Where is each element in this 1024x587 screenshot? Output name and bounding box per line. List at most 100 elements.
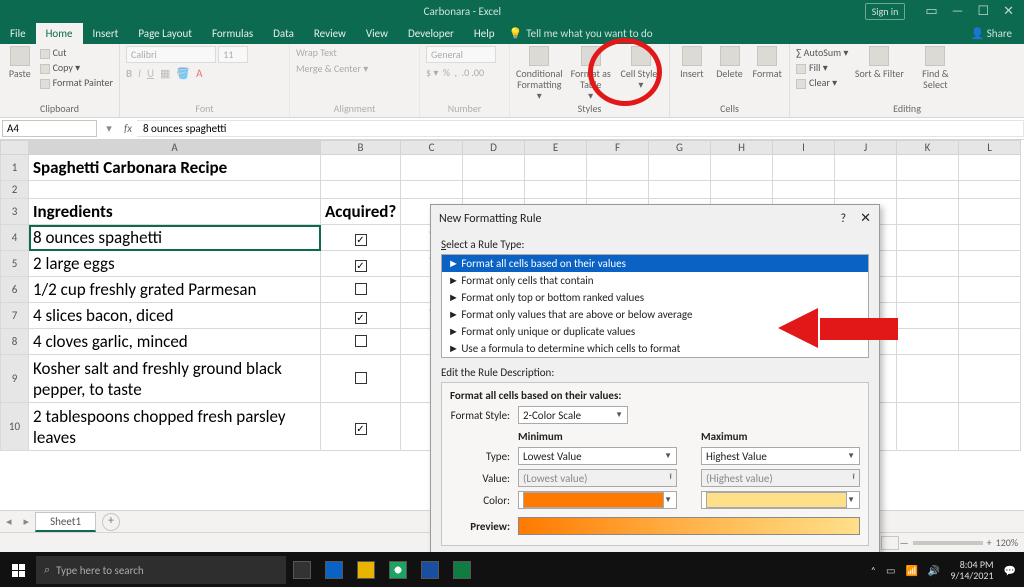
format-painter-button[interactable]: Format Painter bbox=[40, 76, 113, 89]
row-header-10[interactable]: 10 bbox=[1, 403, 29, 451]
cell-K2[interactable] bbox=[897, 181, 959, 199]
bold-button[interactable]: B bbox=[126, 67, 132, 80]
cell-K1[interactable] bbox=[897, 155, 959, 181]
formula-input[interactable]: 8 ounces spaghetti bbox=[137, 120, 1024, 137]
tab-page-layout[interactable]: Page Layout bbox=[128, 23, 202, 44]
cell-B5[interactable]: ✓ bbox=[321, 251, 401, 277]
underline-button[interactable]: U bbox=[147, 67, 154, 80]
rule-type-item-4[interactable]: ► Format only unique or duplicate values bbox=[442, 323, 868, 340]
col-header-F[interactable]: F bbox=[587, 141, 649, 155]
view-page-break-icon[interactable] bbox=[881, 536, 899, 550]
cell-B2[interactable] bbox=[321, 181, 401, 199]
cell-K3[interactable] bbox=[897, 199, 959, 225]
cut-button[interactable]: Cut bbox=[40, 46, 113, 59]
cell-L8[interactable] bbox=[959, 329, 1021, 355]
merge-center-button[interactable]: Merge & Center ▾ bbox=[296, 62, 368, 75]
close-icon[interactable]: ✕ bbox=[1003, 4, 1014, 19]
tab-formulas[interactable]: Formulas bbox=[202, 23, 263, 44]
col-header-H[interactable]: H bbox=[711, 141, 773, 155]
cell-styles-button[interactable]: Cell Styles ▾ bbox=[619, 46, 663, 90]
border-button[interactable]: ▦ bbox=[160, 67, 170, 80]
share-button[interactable]: 👤 Share bbox=[959, 23, 1024, 44]
checkbox-row4[interactable]: ✓ bbox=[355, 234, 367, 246]
checkbox-row5[interactable]: ✓ bbox=[355, 260, 367, 272]
row-header-4[interactable]: 4 bbox=[1, 225, 29, 251]
tray-clock[interactable]: 8:04 PM9/14/2021 bbox=[950, 559, 993, 581]
col-header-E[interactable]: E bbox=[525, 141, 587, 155]
row-header-2[interactable]: 2 bbox=[1, 181, 29, 199]
cell-L6[interactable] bbox=[959, 277, 1021, 303]
cell-A7[interactable]: 4 slices bacon, diced bbox=[29, 303, 321, 329]
taskbar-chrome-icon[interactable] bbox=[383, 555, 413, 585]
cell-K6[interactable] bbox=[897, 277, 959, 303]
cell-K9[interactable] bbox=[897, 355, 959, 403]
row-header-6[interactable]: 6 bbox=[1, 277, 29, 303]
tab-file[interactable]: File bbox=[0, 23, 36, 44]
wrap-text-button[interactable]: Wrap Text bbox=[296, 46, 337, 59]
col-header-J[interactable]: J bbox=[835, 141, 897, 155]
cell-A1[interactable]: Spaghetti Carbonara Recipe bbox=[29, 155, 321, 181]
paste-button[interactable]: Paste bbox=[6, 46, 34, 79]
cell-L2[interactable] bbox=[959, 181, 1021, 199]
checkbox-row8[interactable] bbox=[355, 335, 367, 347]
fill-button[interactable]: Fill ▾ bbox=[796, 61, 848, 74]
cell-A5[interactable]: 2 large eggs bbox=[29, 251, 321, 277]
checkbox-row9[interactable] bbox=[355, 372, 367, 384]
new-sheet-button[interactable]: + bbox=[102, 513, 120, 531]
row-header-3[interactable]: 3 bbox=[1, 199, 29, 225]
ribbon-options-icon[interactable]: ▭ bbox=[925, 4, 937, 19]
tab-insert[interactable]: Insert bbox=[83, 23, 129, 44]
taskbar-word-icon[interactable] bbox=[415, 555, 445, 585]
sheet-nav-next-icon[interactable]: ▸ bbox=[18, 515, 36, 528]
conditional-formatting-button[interactable]: Conditional Formatting ▾ bbox=[516, 46, 563, 101]
checkbox-row6[interactable] bbox=[355, 283, 367, 295]
row-header-8[interactable]: 8 bbox=[1, 329, 29, 355]
font-color-button[interactable]: A bbox=[196, 67, 202, 80]
row-header-7[interactable]: 7 bbox=[1, 303, 29, 329]
cell-J2[interactable] bbox=[835, 181, 897, 199]
cell-A3[interactable]: Ingredients bbox=[29, 199, 321, 225]
taskbar-search[interactable]: ⌕ Type here to search bbox=[36, 556, 286, 584]
cell-A2[interactable] bbox=[29, 181, 321, 199]
col-header-D[interactable]: D bbox=[463, 141, 525, 155]
sort-filter-button[interactable]: Sort & Filter bbox=[854, 46, 904, 79]
taskbar-excel-icon[interactable] bbox=[447, 555, 477, 585]
italic-button[interactable]: I bbox=[138, 67, 141, 80]
start-button[interactable] bbox=[0, 552, 36, 587]
cell-A10[interactable]: 2 tablespoons chopped fresh parsley leav… bbox=[29, 403, 321, 451]
min-color-dropdown[interactable]: ▼ bbox=[518, 491, 677, 509]
cell-L1[interactable] bbox=[959, 155, 1021, 181]
cell-D1[interactable] bbox=[463, 155, 525, 181]
taskbar-app-1[interactable] bbox=[319, 555, 349, 585]
cell-G1[interactable] bbox=[649, 155, 711, 181]
checkbox-row7[interactable]: ✓ bbox=[355, 312, 367, 324]
cell-H1[interactable] bbox=[711, 155, 773, 181]
tab-help[interactable]: Help bbox=[464, 23, 505, 44]
tray-network-icon[interactable]: ▭ bbox=[886, 564, 895, 577]
col-header-I[interactable]: I bbox=[773, 141, 835, 155]
copy-button[interactable]: Copy ▾ bbox=[40, 61, 113, 74]
cell-B4[interactable]: ✓ bbox=[321, 225, 401, 251]
cell-G2[interactable] bbox=[649, 181, 711, 199]
row-header-5[interactable]: 5 bbox=[1, 251, 29, 277]
tray-up-icon[interactable]: ˄ bbox=[871, 564, 876, 577]
zoom-in-icon[interactable]: + bbox=[987, 536, 992, 549]
cell-L4[interactable] bbox=[959, 225, 1021, 251]
tab-review[interactable]: Review bbox=[304, 23, 356, 44]
cell-E2[interactable] bbox=[525, 181, 587, 199]
rule-type-list[interactable]: ► Format all cells based on their values… bbox=[441, 254, 869, 358]
cell-K10[interactable] bbox=[897, 403, 959, 451]
name-box[interactable]: A4 bbox=[2, 120, 97, 137]
cell-L10[interactable] bbox=[959, 403, 1021, 451]
minimize-icon[interactable]: — bbox=[952, 4, 964, 19]
zoom-level[interactable]: 120% bbox=[996, 536, 1018, 549]
cell-K8[interactable] bbox=[897, 329, 959, 355]
cell-B6[interactable] bbox=[321, 277, 401, 303]
cell-L9[interactable] bbox=[959, 355, 1021, 403]
insert-cells-button[interactable]: Insert bbox=[676, 46, 708, 79]
row-header-1[interactable]: 1 bbox=[1, 155, 29, 181]
tab-data[interactable]: Data bbox=[263, 23, 304, 44]
tray-wifi-icon[interactable]: 📶 bbox=[905, 564, 917, 577]
cell-B8[interactable] bbox=[321, 329, 401, 355]
checkbox-row10[interactable]: ✓ bbox=[355, 423, 367, 435]
